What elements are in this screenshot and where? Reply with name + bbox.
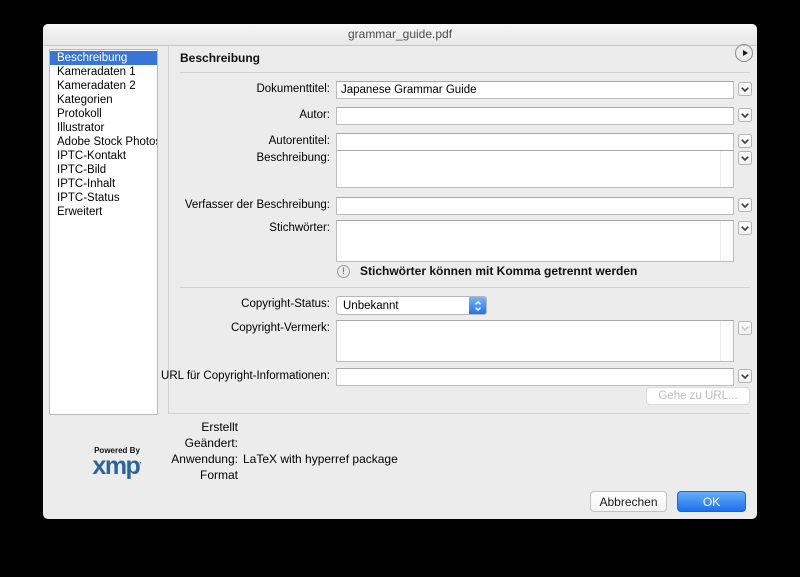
stichwoerter-field (336, 220, 734, 262)
flyout-menu-icon (743, 50, 748, 56)
xmp-logo: Powered By xmp’ (82, 446, 152, 477)
beschreibung-textarea[interactable] (337, 151, 733, 187)
xmp-brand-text: xmp’ (82, 455, 152, 477)
chevron-down-icon (741, 226, 749, 231)
sidebar-item-iptc-kontakt[interactable]: IPTC-Kontakt (50, 149, 157, 163)
verfasser-menu-button[interactable] (738, 198, 752, 212)
sidebar-item-adobe-stock-photos[interactable]: Adobe Stock Photos (50, 135, 157, 149)
dokumenttitel-menu-button[interactable] (738, 82, 752, 96)
sidebar-item-iptc-bild[interactable]: IPTC-Bild (50, 163, 157, 177)
copyright-vermerk-label: Copyright-Vermerk: (143, 322, 330, 334)
titlebar[interactable]: grammar_guide.pdf (43, 24, 757, 46)
autorentitel-menu-button[interactable] (738, 134, 752, 148)
stichwoerter-hint-text: Stichwörter können mit Komma getrennt we… (360, 264, 637, 278)
goto-url-button: Gehe zu URL... (646, 387, 750, 405)
copyright-url-label: URL für Copyright-Informationen: (143, 370, 330, 382)
sidebar-item-protokoll[interactable]: Protokoll (50, 107, 157, 121)
beschreibung-menu-button[interactable] (738, 151, 752, 165)
copyright-vermerk-menu-button-disabled (738, 321, 752, 335)
panel-title: Beschreibung (180, 51, 260, 65)
chevron-down-icon (741, 326, 749, 331)
dokumenttitel-label: Dokumenttitel: (143, 83, 330, 95)
anwendung-value: LaTeX with hyperref package (243, 452, 398, 466)
format-label: Format (138, 468, 238, 482)
beschreibung-label: Beschreibung: (143, 152, 330, 164)
stichwoerter-menu-button[interactable] (738, 221, 752, 235)
autorentitel-input[interactable] (336, 133, 734, 151)
chevron-down-icon (741, 87, 749, 92)
stichwoerter-label: Stichwörter: (143, 222, 330, 234)
chevron-down-icon (741, 139, 749, 144)
verfasser-input[interactable] (336, 197, 734, 215)
anwendung-label: Anwendung: (138, 452, 238, 466)
section-divider (180, 287, 750, 288)
sidebar-item-illustrator[interactable]: Illustrator (50, 121, 157, 135)
autor-input[interactable] (336, 107, 734, 125)
exclamation-icon: ! (337, 265, 350, 278)
erstellt-label: Erstellt (138, 420, 238, 434)
sidebar-item-iptc-status[interactable]: IPTC-Status (50, 191, 157, 205)
footer-divider (168, 413, 750, 414)
copyright-status-value: Unbekannt (337, 300, 469, 312)
autorentitel-label: Autorentitel: (143, 135, 330, 147)
chevron-down-icon (741, 113, 749, 118)
header-divider (180, 72, 750, 73)
sidebar-item-kameradaten-2[interactable]: Kameradaten 2 (50, 79, 157, 93)
autor-menu-button[interactable] (738, 108, 752, 122)
sidebar-item-beschreibung[interactable]: Beschreibung (50, 51, 157, 65)
copyright-url-menu-button[interactable] (738, 369, 752, 383)
screen-background: grammar_guide.pdf Beschreibung Kameradat… (0, 0, 800, 577)
beschreibung-field (336, 150, 734, 188)
sidebar-item-erweitert[interactable]: Erweitert (50, 205, 157, 219)
verfasser-label: Verfasser der Beschreibung: (143, 199, 330, 211)
chevron-down-icon (741, 156, 749, 161)
autor-label: Autor: (143, 109, 330, 121)
metadata-section-list: Beschreibung Kameradaten 1 Kameradaten 2… (49, 49, 158, 415)
cancel-button[interactable]: Abbrechen (590, 491, 667, 512)
flyout-menu-button[interactable] (735, 44, 753, 62)
window-title: grammar_guide.pdf (348, 27, 452, 41)
copyright-status-label: Copyright-Status: (143, 298, 330, 310)
sidebar-item-kategorien[interactable]: Kategorien (50, 93, 157, 107)
geaendert-label: Geändert: (138, 436, 238, 450)
chevron-down-icon (741, 203, 749, 208)
sidebar-item-iptc-inhalt[interactable]: IPTC-Inhalt (50, 177, 157, 191)
ok-button[interactable]: OK (677, 491, 746, 512)
up-down-chevrons-icon (469, 297, 486, 314)
chevron-down-icon (741, 374, 749, 379)
stichwoerter-textarea[interactable] (337, 221, 733, 261)
dokumenttitel-input[interactable] (336, 81, 734, 99)
copyright-url-input[interactable] (336, 368, 734, 386)
sidebar-item-kameradaten-1[interactable]: Kameradaten 1 (50, 65, 157, 79)
copyright-status-select[interactable]: Unbekannt (336, 296, 487, 315)
copyright-vermerk-textarea[interactable] (337, 321, 733, 361)
xmp-metadata-dialog: grammar_guide.pdf Beschreibung Kameradat… (43, 24, 757, 519)
copyright-vermerk-field (336, 320, 734, 362)
